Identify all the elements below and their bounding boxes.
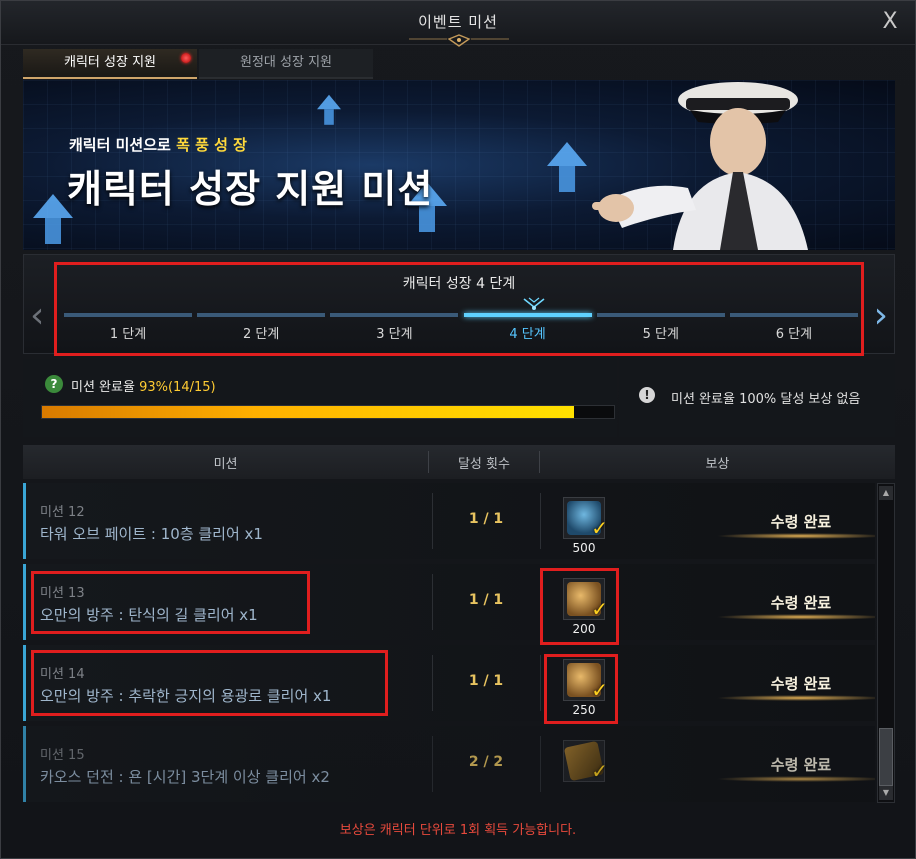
- question-icon[interactable]: ?: [45, 375, 63, 393]
- completion-progress-fill: [42, 406, 574, 418]
- event-banner: 캐릭터 미션으로 폭 풍 성 장 캐릭터 성장 지원 미션: [23, 80, 895, 250]
- row-divider: [540, 655, 541, 711]
- mission-count: 1 / 1: [468, 592, 504, 608]
- reward-info-panel: ! 미션 완료율 100% 달성 보상 없음: [619, 359, 895, 437]
- banner-subtitle-prefix: 캐릭터 미션으로: [69, 136, 171, 154]
- title-ornament-icon: [409, 34, 509, 47]
- mission-count: 2 / 2: [468, 754, 504, 770]
- row-divider: [432, 493, 433, 549]
- mission-number: 미션 12: [40, 505, 85, 520]
- row-divider: [540, 736, 541, 792]
- header-reward: 보상: [705, 456, 730, 472]
- completion-progress-bar: [41, 405, 615, 419]
- exclamation-icon: !: [639, 387, 655, 403]
- event-mission-window: 이벤트 미션 X 캐릭터 성장 지원 원정대 성장 지원 캐릭터 미션으로 폭 …: [0, 0, 916, 859]
- window-title: 이벤트 미션: [418, 13, 498, 31]
- next-stage-chevron-icon[interactable]: ›: [874, 298, 888, 334]
- stage-highlight-box: [54, 262, 864, 356]
- banner-title: 캐릭터 성장 지원 미션: [67, 167, 434, 211]
- mission-count: 1 / 1: [468, 511, 504, 527]
- checkmark-icon: ✓: [591, 759, 608, 783]
- mission-table-header: 미션 달성 횟수 보상: [23, 445, 895, 479]
- completion-rate-label: 미션 완료율: [71, 380, 135, 395]
- reward-14-highlight-box: [544, 654, 618, 724]
- tab-character-growth[interactable]: 캐릭터 성장 지원: [23, 49, 197, 79]
- notification-dot-icon: [181, 53, 191, 63]
- mission-name: 타워 오브 페이트 : 10층 클리어 x1: [40, 525, 263, 543]
- claimed-status: 수령 완료: [770, 675, 832, 693]
- prev-stage-chevron-icon[interactable]: ‹: [30, 298, 44, 334]
- completion-rate: 미션 완료율 93%(14/15): [71, 376, 216, 395]
- row-divider: [432, 736, 433, 792]
- mission-row[interactable]: 미션 12 타워 오브 페이트 : 10층 클리어 x1 1 / 1 ✓ 500…: [23, 483, 875, 559]
- mission-list-scrollbar[interactable]: ▲ ▼: [877, 483, 895, 803]
- mission-13-highlight-box: [31, 571, 310, 634]
- claimed-status: 수령 완료: [770, 594, 832, 612]
- tab-roster-growth[interactable]: 원정대 성장 지원: [199, 49, 373, 79]
- claimed-glow: [716, 695, 875, 701]
- scroll-thumb[interactable]: [879, 728, 893, 786]
- reward-quantity: 500: [572, 541, 596, 555]
- claimed-glow: [716, 776, 875, 782]
- tab-label: 원정대 성장 지원: [240, 55, 332, 70]
- reward-slot[interactable]: ✓: [563, 497, 608, 540]
- mission-number: 미션 15: [40, 748, 85, 763]
- row-divider: [432, 574, 433, 630]
- tab-label: 캐릭터 성장 지원: [64, 55, 156, 70]
- scroll-up-arrow-icon[interactable]: ▲: [879, 486, 893, 500]
- scroll-down-arrow-icon[interactable]: ▼: [879, 786, 893, 800]
- claimed-status: 수령 완료: [770, 513, 832, 531]
- header-mission: 미션: [213, 456, 238, 472]
- mission-count: 1 / 1: [468, 673, 504, 689]
- completion-rate-value: 93%(14/15): [139, 380, 216, 395]
- officer-character-illustration: [592, 82, 808, 250]
- tab-bar: 캐릭터 성장 지원 원정대 성장 지원: [23, 49, 375, 79]
- claimed-status: 수령 완료: [770, 756, 832, 774]
- banner-subtitle: 캐릭터 미션으로 폭 풍 성 장: [69, 134, 247, 155]
- header-count: 달성 횟수: [457, 456, 510, 472]
- completion-panel: ? 미션 완료율 93%(14/15): [23, 359, 617, 437]
- reward-note: 미션 완료율 100% 달성 보상 없음: [671, 392, 861, 407]
- banner-subtitle-highlight: 폭 풍 성 장: [176, 136, 247, 154]
- claimed-glow: [716, 614, 875, 620]
- up-arrow-icon: [317, 94, 341, 125]
- mission-name: 카오스 던전 : 욘 [시간] 3단계 이상 클리어 x2: [40, 768, 330, 786]
- reward-13-highlight-box: [540, 568, 619, 645]
- footer-notice: 보상은 캐릭터 단위로 1회 획득 가능합니다.: [339, 823, 577, 838]
- mission-row[interactable]: 미션 15 카오스 던전 : 욘 [시간] 3단계 이상 클리어 x2 2 / …: [23, 726, 875, 802]
- title-bar[interactable]: 이벤트 미션 X: [1, 1, 915, 47]
- row-divider: [540, 493, 541, 549]
- close-button[interactable]: X: [877, 9, 903, 35]
- mission-list[interactable]: 미션 12 타워 오브 페이트 : 10층 클리어 x1 1 / 1 ✓ 500…: [23, 483, 875, 803]
- row-divider: [432, 655, 433, 711]
- claimed-glow: [716, 533, 875, 539]
- up-arrow-icon: [547, 142, 587, 192]
- mission-14-highlight-box: [31, 650, 388, 716]
- reward-slot[interactable]: ✓: [563, 740, 608, 783]
- checkmark-icon: ✓: [591, 516, 608, 540]
